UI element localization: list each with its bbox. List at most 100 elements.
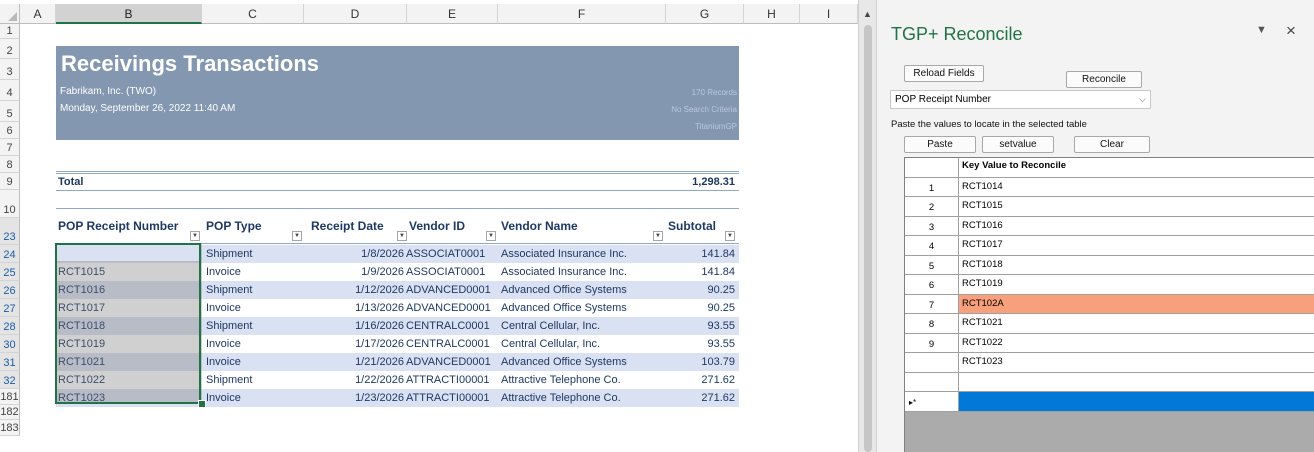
cell-subtotal[interactable]: 90.25 xyxy=(666,299,735,317)
grid-row-number[interactable] xyxy=(905,353,959,373)
cell-vendor-name[interactable]: Attractive Telephone Co. xyxy=(501,389,671,407)
paste-button[interactable]: Paste xyxy=(904,136,976,153)
cell-receipt-date[interactable]: 1/21/2026 xyxy=(306,353,404,371)
cell-vendor-id[interactable]: ATTRACTI00001 xyxy=(406,389,502,407)
row-header[interactable]: 5 xyxy=(0,101,20,122)
grid-row-number[interactable]: 9 xyxy=(905,333,959,353)
header-pop-type[interactable]: POP Type xyxy=(206,219,262,233)
cell-receipt-date[interactable]: 1/17/2026 xyxy=(306,335,404,353)
row-header[interactable]: 32 xyxy=(0,371,20,389)
cell-receipt-date[interactable]: 1/9/2026 xyxy=(306,263,404,281)
grid-row-value[interactable]: RCT1017 xyxy=(959,236,1314,256)
column-header-h[interactable]: H xyxy=(744,4,800,24)
cell-receipt-date[interactable]: 1/22/2026 xyxy=(306,371,404,389)
grid-row-number[interactable]: 1 xyxy=(905,177,959,197)
row-header[interactable]: 23 xyxy=(0,218,20,245)
table-row[interactable]: RCT1016 Shipment 1/12/2026 ADVANCED0001 Adva… xyxy=(56,281,739,299)
row-header[interactable]: 3 xyxy=(0,59,20,80)
grid-row[interactable]: 2 RCT1015 xyxy=(905,197,1314,217)
header-pop-receipt-number[interactable]: POP Receipt Number xyxy=(58,219,178,233)
filter-applied-icon[interactable]: ▼ xyxy=(190,231,200,241)
cell-vendor-id[interactable]: ATTRACTI00001 xyxy=(406,371,502,389)
grid-row[interactable]: 8 RCT1021 xyxy=(905,314,1314,334)
field-select[interactable]: POP Receipt Number ⌵ xyxy=(890,90,1151,109)
grid-column-header[interactable]: Key Value to Reconcile xyxy=(959,158,1314,178)
table-row[interactable]: RCT1021 Invoice 1/21/2026 ADVANCED0001 Advan… xyxy=(56,353,739,371)
cell-subtotal[interactable]: 93.55 xyxy=(666,335,735,353)
cell-subtotal[interactable]: 103.79 xyxy=(666,353,735,371)
grid-row-number[interactable] xyxy=(905,372,959,392)
grid-row[interactable]: 1 RCT1014 xyxy=(905,177,1314,197)
cell-receipt-date[interactable]: 1/12/2026 xyxy=(306,281,404,299)
grid-row-value[interactable]: RCT1022 xyxy=(959,333,1314,353)
cell-vendor-name[interactable]: Central Cellular, Inc. xyxy=(501,335,671,353)
cell-vendor-id[interactable]: ADVANCED0001 xyxy=(406,299,502,317)
filter-dropdown-icon[interactable]: ▼ xyxy=(725,231,735,241)
column-header-i[interactable]: I xyxy=(800,4,858,24)
cell-receipt-number[interactable]: RCT1015 xyxy=(58,263,200,281)
row-header[interactable]: 1 xyxy=(0,24,20,39)
row-header[interactable]: 31 xyxy=(0,353,20,371)
cell-receipt-number[interactable]: RCT1017 xyxy=(58,299,200,317)
cell-vendor-name[interactable]: Associated Insurance Inc. xyxy=(501,263,671,281)
fill-handle[interactable] xyxy=(198,400,206,408)
grid-row-value[interactable] xyxy=(959,372,1314,392)
clear-button[interactable]: Clear xyxy=(1074,136,1150,153)
header-vendor-name[interactable]: Vendor Name xyxy=(501,219,578,233)
cell-pop-type[interactable]: Shipment xyxy=(206,281,306,299)
grid-row[interactable]: 7 RCT102A xyxy=(905,294,1314,314)
row-header[interactable]: 25 xyxy=(0,263,20,281)
column-header-a[interactable]: A xyxy=(20,4,56,24)
cell-vendor-name[interactable]: Advanced Office Systems xyxy=(501,353,671,371)
pane-options-chevron-icon[interactable]: ▼ xyxy=(1256,24,1267,36)
table-row[interactable]: RCT1018 Shipment 1/16/2026 CENTRALC0001 Cent… xyxy=(56,317,739,335)
grid-row[interactable] xyxy=(905,372,1314,392)
cell-vendor-id[interactable]: ADVANCED0001 xyxy=(406,281,502,299)
select-all-corner[interactable] xyxy=(0,4,20,24)
reconcile-button[interactable]: Reconcile xyxy=(1066,71,1142,88)
cell-vendor-id[interactable]: CENTRALC0001 xyxy=(406,335,502,353)
filter-dropdown-icon[interactable]: ▼ xyxy=(292,231,302,241)
cell-vendor-id[interactable]: CENTRALC0001 xyxy=(406,317,502,335)
filter-dropdown-icon[interactable]: ▼ xyxy=(486,231,496,241)
cell-receipt-date[interactable]: 1/8/2026 xyxy=(306,245,404,263)
cell-vendor-id[interactable]: ASSOCIAT0001 xyxy=(406,263,502,281)
grid-row-value[interactable]: RCT1021 xyxy=(959,314,1314,334)
cell-receipt-date[interactable]: 1/23/2026 xyxy=(306,389,404,407)
header-vendor-id[interactable]: Vendor ID xyxy=(409,219,465,233)
grid-row-value[interactable]: RCT1019 xyxy=(959,275,1314,295)
cell-receipt-number[interactable]: RCT1023 xyxy=(58,389,200,407)
row-header[interactable]: 7 xyxy=(0,139,20,156)
reload-fields-button[interactable]: Reload Fields xyxy=(904,65,984,82)
grid-row-value[interactable]: RCT1016 xyxy=(959,216,1314,236)
cell-subtotal[interactable]: 141.84 xyxy=(666,263,735,281)
row-header[interactable]: 6 xyxy=(0,122,20,139)
cell-receipt-number[interactable]: RCT1022 xyxy=(58,371,200,389)
cell-receipt-number[interactable]: RCT1016 xyxy=(58,281,200,299)
row-header[interactable]: 30 xyxy=(0,335,20,353)
cell-pop-type[interactable]: Shipment xyxy=(206,245,306,263)
column-header-e[interactable]: E xyxy=(407,4,498,24)
grid-row-number[interactable]: 7 xyxy=(905,294,959,314)
cell-subtotal[interactable]: 90.25 xyxy=(666,281,735,299)
row-header[interactable]: 26 xyxy=(0,281,20,299)
cell-receipt-number[interactable]: RCT1021 xyxy=(58,353,200,371)
row-header[interactable]: 8 xyxy=(0,156,20,173)
grid-row-value[interactable]: RCT1014 xyxy=(959,177,1314,197)
cell-receipt-number[interactable]: RCT1014 xyxy=(58,245,200,263)
grid-new-row[interactable]: ▸* xyxy=(905,392,1314,412)
grid-row[interactable]: 4 RCT1017 xyxy=(905,236,1314,256)
column-header-c[interactable]: C xyxy=(202,4,304,24)
filter-dropdown-icon[interactable]: ▼ xyxy=(653,231,663,241)
header-receipt-date[interactable]: Receipt Date xyxy=(311,219,384,233)
grid-row-number[interactable]: 5 xyxy=(905,255,959,275)
row-header[interactable]: 27 xyxy=(0,299,20,317)
close-icon[interactable]: × xyxy=(1286,21,1296,41)
cell-vendor-name[interactable]: Central Cellular, Inc. xyxy=(501,317,671,335)
grid-row-number[interactable]: 2 xyxy=(905,197,959,217)
scrollbar-thumb[interactable] xyxy=(864,25,872,452)
grid-row-number[interactable]: 4 xyxy=(905,236,959,256)
cell-subtotal[interactable]: 141.84 xyxy=(666,245,735,263)
cell-vendor-name[interactable]: Advanced Office Systems xyxy=(501,299,671,317)
cell-subtotal[interactable]: 93.55 xyxy=(666,317,735,335)
